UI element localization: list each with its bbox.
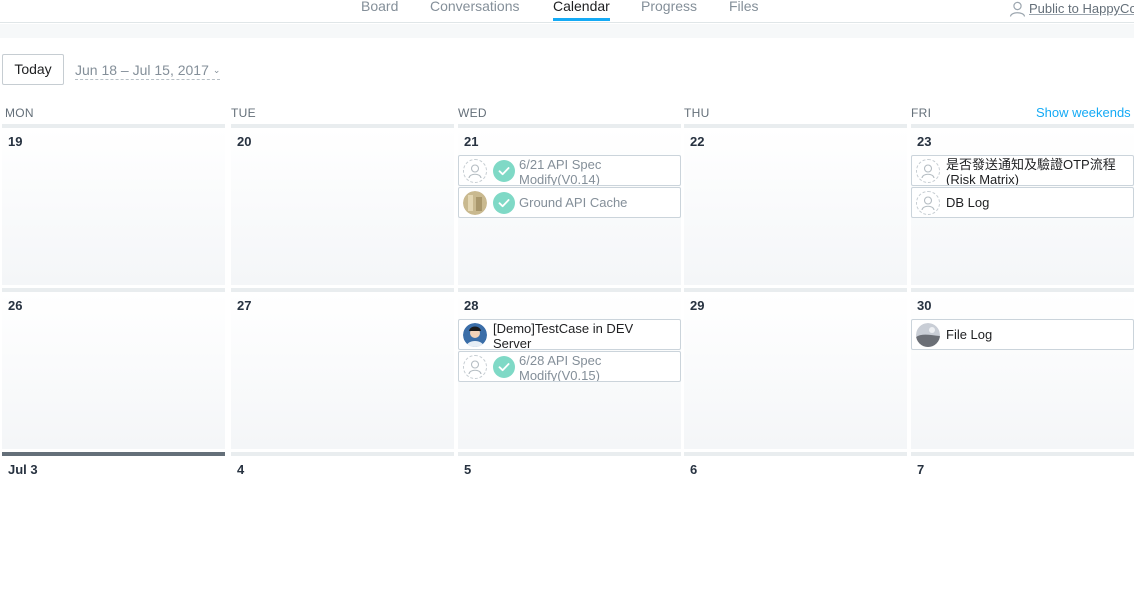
tab-board[interactable]: Board	[361, 0, 398, 14]
task-card[interactable]: Ground API Cache	[458, 187, 681, 218]
day-cell[interactable]: 27	[231, 288, 454, 449]
person-placeholder-icon	[463, 355, 487, 379]
day-cell[interactable]: 26	[2, 288, 225, 449]
tab-files[interactable]: Files	[729, 0, 759, 14]
task-card[interactable]: [Demo]TestCase in DEV Server	[458, 319, 681, 350]
day-cell[interactable]: 30 File Log	[911, 288, 1134, 449]
day-number: 20	[237, 134, 252, 149]
check-circle-icon[interactable]	[493, 356, 515, 378]
day-cell[interactable]: 5	[458, 452, 681, 607]
day-cell[interactable]: 21 6/21 API Spec Modify(V0.14) Ground AP…	[458, 124, 681, 285]
weekday-header-wed: WED	[458, 106, 487, 120]
task-card[interactable]: 6/28 API Spec Modify(V0.15)	[458, 351, 681, 382]
day-cell[interactable]: 23 是否發送通知及驗證OTP流程(Risk Matrix) DB Log	[911, 124, 1134, 285]
day-number: 28	[464, 298, 479, 313]
task-name: DB Log	[946, 195, 990, 210]
day-number: 30	[917, 298, 932, 313]
person-placeholder-icon	[463, 159, 487, 183]
task-card[interactable]: 6/21 API Spec Modify(V0.14)	[458, 155, 681, 186]
day-cell[interactable]: 20	[231, 124, 454, 285]
day-cell[interactable]: 4	[231, 452, 454, 607]
task-card[interactable]: 是否發送通知及驗證OTP流程(Risk Matrix)	[911, 155, 1134, 186]
task-name: 是否發送通知及驗證OTP流程(Risk Matrix)	[946, 157, 1116, 186]
day-number: Jul 3	[8, 462, 38, 477]
weekday-header-mon: MON	[5, 106, 34, 120]
weekday-header-tue: TUE	[231, 106, 256, 120]
check-circle-icon[interactable]	[493, 192, 515, 214]
privacy-setting[interactable]: Public to HappyCo	[1009, 0, 1134, 17]
task-name: 6/28 API Spec Modify(V0.15)	[519, 353, 602, 382]
check-circle-icon[interactable]	[493, 160, 515, 182]
day-number: 6	[690, 462, 698, 477]
day-number: 5	[464, 462, 472, 477]
day-cell-today[interactable]: Jul 3	[2, 452, 225, 607]
person-placeholder-icon	[916, 159, 940, 183]
task-card[interactable]: File Log	[911, 319, 1134, 350]
tab-progress[interactable]: Progress	[641, 0, 697, 14]
person-placeholder-icon	[916, 191, 940, 215]
day-number: 29	[690, 298, 705, 313]
person-outline-icon	[1009, 1, 1026, 17]
privacy-label: Public to HappyCo	[1029, 1, 1134, 16]
day-number: 23	[917, 134, 932, 149]
day-cell[interactable]: 22	[684, 124, 907, 285]
day-cell[interactable]: 28 [Demo]TestCase in DEV Server 6/28 API…	[458, 288, 681, 449]
show-weekends-link[interactable]: Show weekends	[1036, 105, 1131, 120]
day-cell[interactable]: 19	[2, 124, 225, 285]
avatar	[463, 191, 487, 215]
header-band	[0, 24, 1134, 38]
day-number: 19	[8, 134, 23, 149]
avatar	[463, 323, 487, 347]
task-name: Ground API Cache	[519, 195, 628, 210]
tab-conversations[interactable]: Conversations	[430, 0, 520, 14]
task-card[interactable]: DB Log	[911, 187, 1134, 218]
weekday-header-thu: THU	[684, 106, 710, 120]
tab-calendar[interactable]: Calendar	[553, 0, 610, 21]
day-number: 4	[237, 462, 245, 477]
date-range-picker[interactable]: Jun 18 – Jul 15, 2017 ⌄	[75, 62, 221, 80]
day-number: 27	[237, 298, 252, 313]
date-range-label: Jun 18 – Jul 15, 2017	[75, 62, 209, 78]
weekday-header-fri: FRI	[911, 106, 932, 120]
day-number: 7	[917, 462, 925, 477]
day-cell[interactable]: 29	[684, 288, 907, 449]
avatar	[916, 323, 940, 347]
day-number: 21	[464, 134, 479, 149]
day-number: 22	[690, 134, 705, 149]
chevron-down-icon: ⌄	[212, 65, 221, 75]
day-number: 26	[8, 298, 23, 313]
task-name: [Demo]TestCase in DEV Server	[493, 321, 634, 350]
project-nav: Board Conversations Calendar Progress Fi…	[0, 0, 1134, 23]
day-cell[interactable]: 6	[684, 452, 907, 607]
task-name: File Log	[946, 327, 993, 342]
today-button[interactable]: Today	[2, 54, 64, 85]
task-name: 6/21 API Spec Modify(V0.14)	[519, 157, 602, 186]
day-cell[interactable]: 7	[911, 452, 1134, 607]
